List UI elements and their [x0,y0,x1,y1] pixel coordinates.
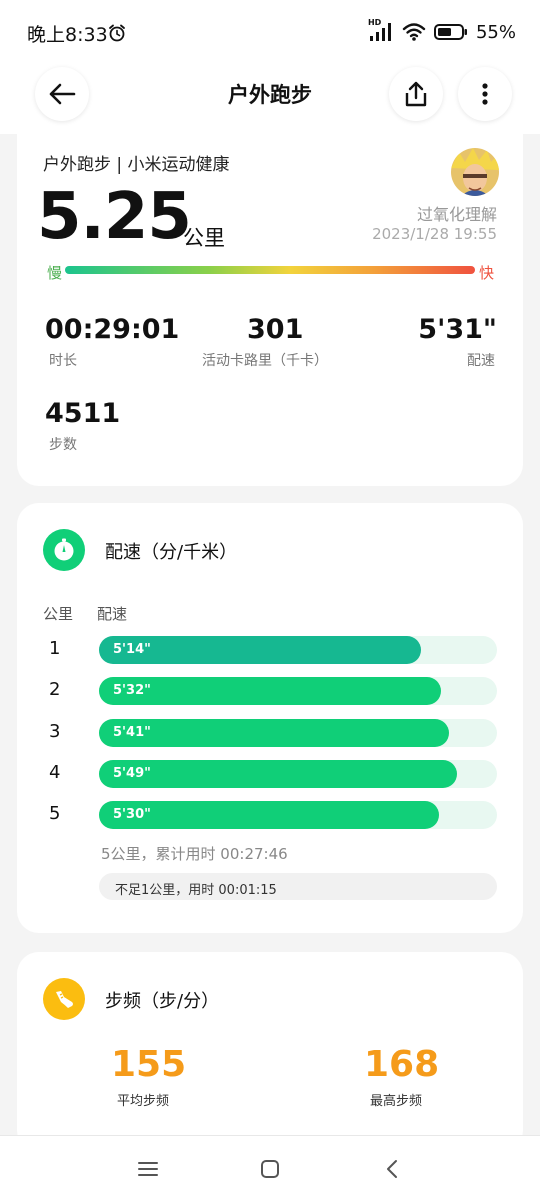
share-button[interactable] [389,67,443,121]
avg-cadence-label: 平均步频 [117,1094,170,1109]
max-cadence-label: 最高步频 [370,1094,423,1109]
pace-row: 1 5'14" [17,636,523,664]
calories-value: 301 [247,314,304,345]
steps-label: 步数 [49,437,77,453]
pace-bar-track: 5'30" [99,801,497,829]
pace-bar-label: 5'30" [113,807,151,822]
chevron-left-icon [387,1160,397,1178]
pace-bar-label: 5'32" [113,683,151,698]
calories-label: 活动卡路里（千卡） [202,353,328,369]
pace-column-header: 配速 [97,605,128,623]
pace-bar-track: 5'49" [99,760,497,788]
status-bar: 晚上8:33 HD 55% [0,0,540,64]
user-name: 过氧化理解 [416,205,497,224]
wifi-icon [402,23,426,41]
pace-value: 5'31" [418,314,497,345]
pace-section-icon [43,529,85,571]
cadence-section-icon [43,978,85,1020]
signal-icon: HD [368,18,394,43]
partial-km-text: 不足1公里，用时 00:01:15 [115,883,277,898]
header-bar: 户外跑步 [0,64,540,134]
distance-unit: 公里 [183,226,225,250]
pace-section-title: 配速（分/千米） [105,542,238,563]
home-button[interactable] [257,1156,283,1182]
pace-summary: 5公里，累计用时 00:27:46 [101,845,288,863]
pace-bar-track: 5'32" [99,677,497,705]
avg-cadence-value: 155 [111,1044,187,1085]
more-button[interactable] [458,67,512,121]
pace-bar: 5'32" [99,677,442,705]
km-number: 1 [49,638,61,659]
more-vertical-icon [482,83,488,105]
slow-label: 慢 [47,264,63,282]
summary-card: 户外跑步 | 小米运动健康 过氧化理解 2023/1/28 19:55 5.25… [17,132,523,486]
pace-bar-track: 5'14" [99,636,497,664]
max-cadence-value: 168 [364,1044,440,1085]
cadence-card: 步频（步/分） 155 平均步频 168 最高步频 [17,952,523,1152]
pace-row: 5 5'30" [17,801,523,829]
steps-value: 4511 [45,398,121,429]
km-number: 2 [49,679,61,700]
pace-bar-label: 5'49" [113,766,151,781]
workout-datetime: 2023/1/28 19:55 [372,225,497,243]
share-icon [405,81,427,107]
duration-label: 时长 [49,353,77,369]
home-square-icon [261,1160,279,1178]
pace-row: 4 5'49" [17,760,523,788]
avatar[interactable] [451,148,499,196]
recents-button[interactable] [135,1156,161,1182]
pace-label: 配速 [467,353,495,369]
speed-gradient-bar [65,266,475,274]
duration-value: 00:29:01 [45,314,180,345]
pace-bar: 5'30" [99,801,440,829]
stopwatch-icon [54,538,74,561]
shoe-icon [56,991,73,1008]
status-time: 晚上8:33 [27,24,108,46]
pace-bar: 5'14" [99,636,422,664]
pace-bar-label: 5'41" [113,725,151,740]
pace-row: 3 5'41" [17,719,523,747]
pace-row: 2 5'32" [17,677,523,705]
system-nav-bar [0,1135,540,1201]
back-nav-button[interactable] [379,1156,405,1182]
cadence-section-title: 步频（步/分） [105,991,220,1012]
km-number: 4 [49,762,61,783]
pace-bar: 5'49" [99,760,458,788]
alarm-icon [109,24,125,42]
pace-card: 配速（分/千米） 公里 配速 1 5'14" 2 5'32" 3 5'41" 4 5'49" 5… [17,503,523,933]
menu-icon [138,1162,158,1176]
pace-bar-label: 5'14" [113,642,151,657]
battery-percent: 55% [475,21,516,43]
fast-label: 快 [479,264,495,282]
pace-bar-track: 5'41" [99,719,497,747]
pace-bar: 5'41" [99,719,450,747]
distance-value: 5.25 [37,180,192,254]
battery-icon [433,24,467,40]
status-icons: HD 55% [368,18,516,44]
km-number: 3 [49,721,61,742]
workout-source: 户外跑步 | 小米运动健康 [43,155,230,175]
km-number: 5 [49,803,61,824]
partial-km-badge: 不足1公里，用时 00:01:15 [99,873,497,900]
km-column-header: 公里 [43,605,74,623]
